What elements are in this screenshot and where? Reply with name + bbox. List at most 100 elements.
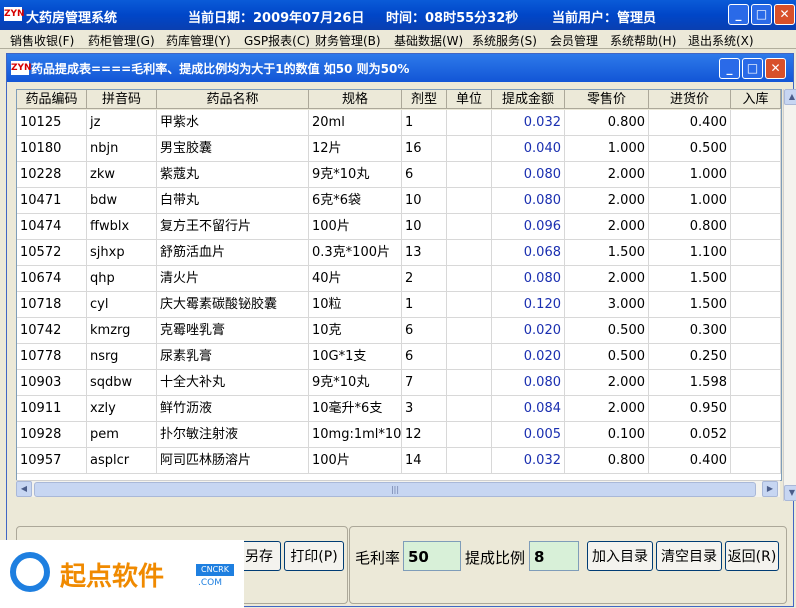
- cell-name[interactable]: 清火片: [157, 266, 309, 292]
- cell-spec[interactable]: 10毫升*6支: [309, 396, 402, 422]
- print-button[interactable]: 打印(P): [284, 541, 344, 571]
- cell-code[interactable]: 10718: [17, 292, 87, 318]
- cell-name[interactable]: 庆大霉素碳酸铋胶囊: [157, 292, 309, 318]
- cell-code[interactable]: 10778: [17, 344, 87, 370]
- scroll-right-arrow-icon[interactable]: ▶: [762, 481, 778, 497]
- cell-name[interactable]: 紫蔻丸: [157, 162, 309, 188]
- cell-commission[interactable]: 0.080: [492, 370, 565, 396]
- menu-exit[interactable]: 退出系统(X): [688, 32, 754, 49]
- col-header-pinyin[interactable]: 拼音码: [87, 90, 157, 109]
- cell-purchase-price[interactable]: 1.500: [649, 292, 731, 318]
- cell-purchase-price[interactable]: 1.100: [649, 240, 731, 266]
- cell-name[interactable]: 十全大补丸: [157, 370, 309, 396]
- cell-commission[interactable]: 0.020: [492, 344, 565, 370]
- cell-pinyin[interactable]: nbjn: [87, 136, 157, 162]
- cell-purchase-price[interactable]: 0.400: [649, 110, 731, 136]
- cell-form[interactable]: 7: [402, 370, 447, 396]
- cell-name[interactable]: 复方王不留行片: [157, 214, 309, 240]
- table-row[interactable]: 10718 cyl 庆大霉素碳酸铋胶囊 10粒 1 0.120 3.000 1.500: [17, 292, 781, 318]
- cell-form[interactable]: 6: [402, 318, 447, 344]
- menu-cabinet[interactable]: 药柜管理(G): [88, 32, 155, 49]
- clear-catalog-button[interactable]: 清空目录: [656, 541, 722, 571]
- cell-unit[interactable]: [447, 110, 492, 136]
- cell-retail-price[interactable]: 2.000: [565, 162, 649, 188]
- cell-name[interactable]: 鲜竹沥液: [157, 396, 309, 422]
- cell-retail-price[interactable]: 2.000: [565, 266, 649, 292]
- horizontal-scrollbar[interactable]: ◀ ||| ▶: [16, 480, 780, 497]
- cell-unit[interactable]: [447, 318, 492, 344]
- cell-stock-in[interactable]: [731, 292, 781, 318]
- cell-unit[interactable]: [447, 344, 492, 370]
- cell-retail-price[interactable]: 0.100: [565, 422, 649, 448]
- cell-pinyin[interactable]: jz: [87, 110, 157, 136]
- cell-pinyin[interactable]: nsrg: [87, 344, 157, 370]
- cell-name[interactable]: 男宝胶囊: [157, 136, 309, 162]
- col-header-code[interactable]: 药品编码: [17, 90, 87, 109]
- cell-unit[interactable]: [447, 266, 492, 292]
- cell-pinyin[interactable]: xzly: [87, 396, 157, 422]
- cell-code[interactable]: 10674: [17, 266, 87, 292]
- cell-commission[interactable]: 0.068: [492, 240, 565, 266]
- cell-pinyin[interactable]: asplcr: [87, 448, 157, 474]
- vertical-scrollbar[interactable]: ▲ ▼: [783, 89, 796, 501]
- cell-pinyin[interactable]: cyl: [87, 292, 157, 318]
- cell-commission[interactable]: 0.080: [492, 266, 565, 292]
- cell-form[interactable]: 10: [402, 214, 447, 240]
- cell-code[interactable]: 10742: [17, 318, 87, 344]
- menu-member[interactable]: 会员管理: [550, 32, 598, 49]
- cell-name[interactable]: 尿素乳膏: [157, 344, 309, 370]
- cell-commission[interactable]: 0.080: [492, 188, 565, 214]
- cell-spec[interactable]: 10G*1支: [309, 344, 402, 370]
- drug-commission-table[interactable]: 药品编码 拼音码 药品名称 规格 剂型 单位 提成金额 零售价 进货价 入库 1…: [16, 89, 782, 481]
- cell-form[interactable]: 14: [402, 448, 447, 474]
- cell-code[interactable]: 10957: [17, 448, 87, 474]
- cell-form[interactable]: 16: [402, 136, 447, 162]
- cell-spec[interactable]: 9克*10丸: [309, 370, 402, 396]
- cell-pinyin[interactable]: zkw: [87, 162, 157, 188]
- cell-stock-in[interactable]: [731, 318, 781, 344]
- back-button[interactable]: 返回(R): [725, 541, 779, 571]
- cell-unit[interactable]: [447, 136, 492, 162]
- cell-stock-in[interactable]: [731, 214, 781, 240]
- table-row[interactable]: 10474 ffwblx 复方王不留行片 100片 10 0.096 2.000 0.800: [17, 214, 781, 240]
- menu-help[interactable]: 系统帮助(H): [610, 32, 676, 49]
- cell-pinyin[interactable]: ffwblx: [87, 214, 157, 240]
- cell-code[interactable]: 10471: [17, 188, 87, 214]
- cell-name[interactable]: 甲紫水: [157, 110, 309, 136]
- cell-spec[interactable]: 6克*6袋: [309, 188, 402, 214]
- col-header-commission[interactable]: 提成金额: [492, 90, 565, 109]
- cell-retail-price[interactable]: 0.800: [565, 448, 649, 474]
- cell-stock-in[interactable]: [731, 422, 781, 448]
- cell-form[interactable]: 10: [402, 188, 447, 214]
- table-row[interactable]: 10572 sjhxp 舒筋活血片 0.3克*100片 13 0.068 1.500 1.10…: [17, 240, 781, 266]
- cell-spec[interactable]: 100片: [309, 214, 402, 240]
- cell-stock-in[interactable]: [731, 188, 781, 214]
- menu-sales[interactable]: 销售收银(F): [10, 32, 74, 49]
- col-header-purchase-price[interactable]: 进货价: [649, 90, 731, 109]
- table-row[interactable]: 10228 zkw 紫蔻丸 9克*10丸 6 0.080 2.000 1.000: [17, 162, 781, 188]
- table-row[interactable]: 10903 sqdbw 十全大补丸 9克*10丸 7 0.080 2.000 1.598: [17, 370, 781, 396]
- cell-commission[interactable]: 0.005: [492, 422, 565, 448]
- table-row[interactable]: 10180 nbjn 男宝胶囊 12片 16 0.040 1.000 0.500: [17, 136, 781, 162]
- cell-unit[interactable]: [447, 214, 492, 240]
- cell-unit[interactable]: [447, 240, 492, 266]
- cell-commission[interactable]: 0.096: [492, 214, 565, 240]
- table-row[interactable]: 10957 asplcr 阿司匹林肠溶片 100片 14 0.032 0.800 0.400: [17, 448, 781, 474]
- col-header-retail-price[interactable]: 零售价: [565, 90, 649, 109]
- cell-pinyin[interactable]: sqdbw: [87, 370, 157, 396]
- cell-stock-in[interactable]: [731, 344, 781, 370]
- cell-purchase-price[interactable]: 1.500: [649, 266, 731, 292]
- scroll-down-arrow-icon[interactable]: ▼: [784, 485, 796, 501]
- cell-commission[interactable]: 0.084: [492, 396, 565, 422]
- cell-stock-in[interactable]: [731, 240, 781, 266]
- cell-retail-price[interactable]: 2.000: [565, 214, 649, 240]
- cell-code[interactable]: 10180: [17, 136, 87, 162]
- cell-commission[interactable]: 0.080: [492, 162, 565, 188]
- cell-stock-in[interactable]: [731, 110, 781, 136]
- cell-name[interactable]: 阿司匹林肠溶片: [157, 448, 309, 474]
- cell-stock-in[interactable]: [731, 136, 781, 162]
- cell-form[interactable]: 1: [402, 292, 447, 318]
- cell-purchase-price[interactable]: 1.598: [649, 370, 731, 396]
- cell-name[interactable]: 舒筋活血片: [157, 240, 309, 266]
- cell-commission[interactable]: 0.040: [492, 136, 565, 162]
